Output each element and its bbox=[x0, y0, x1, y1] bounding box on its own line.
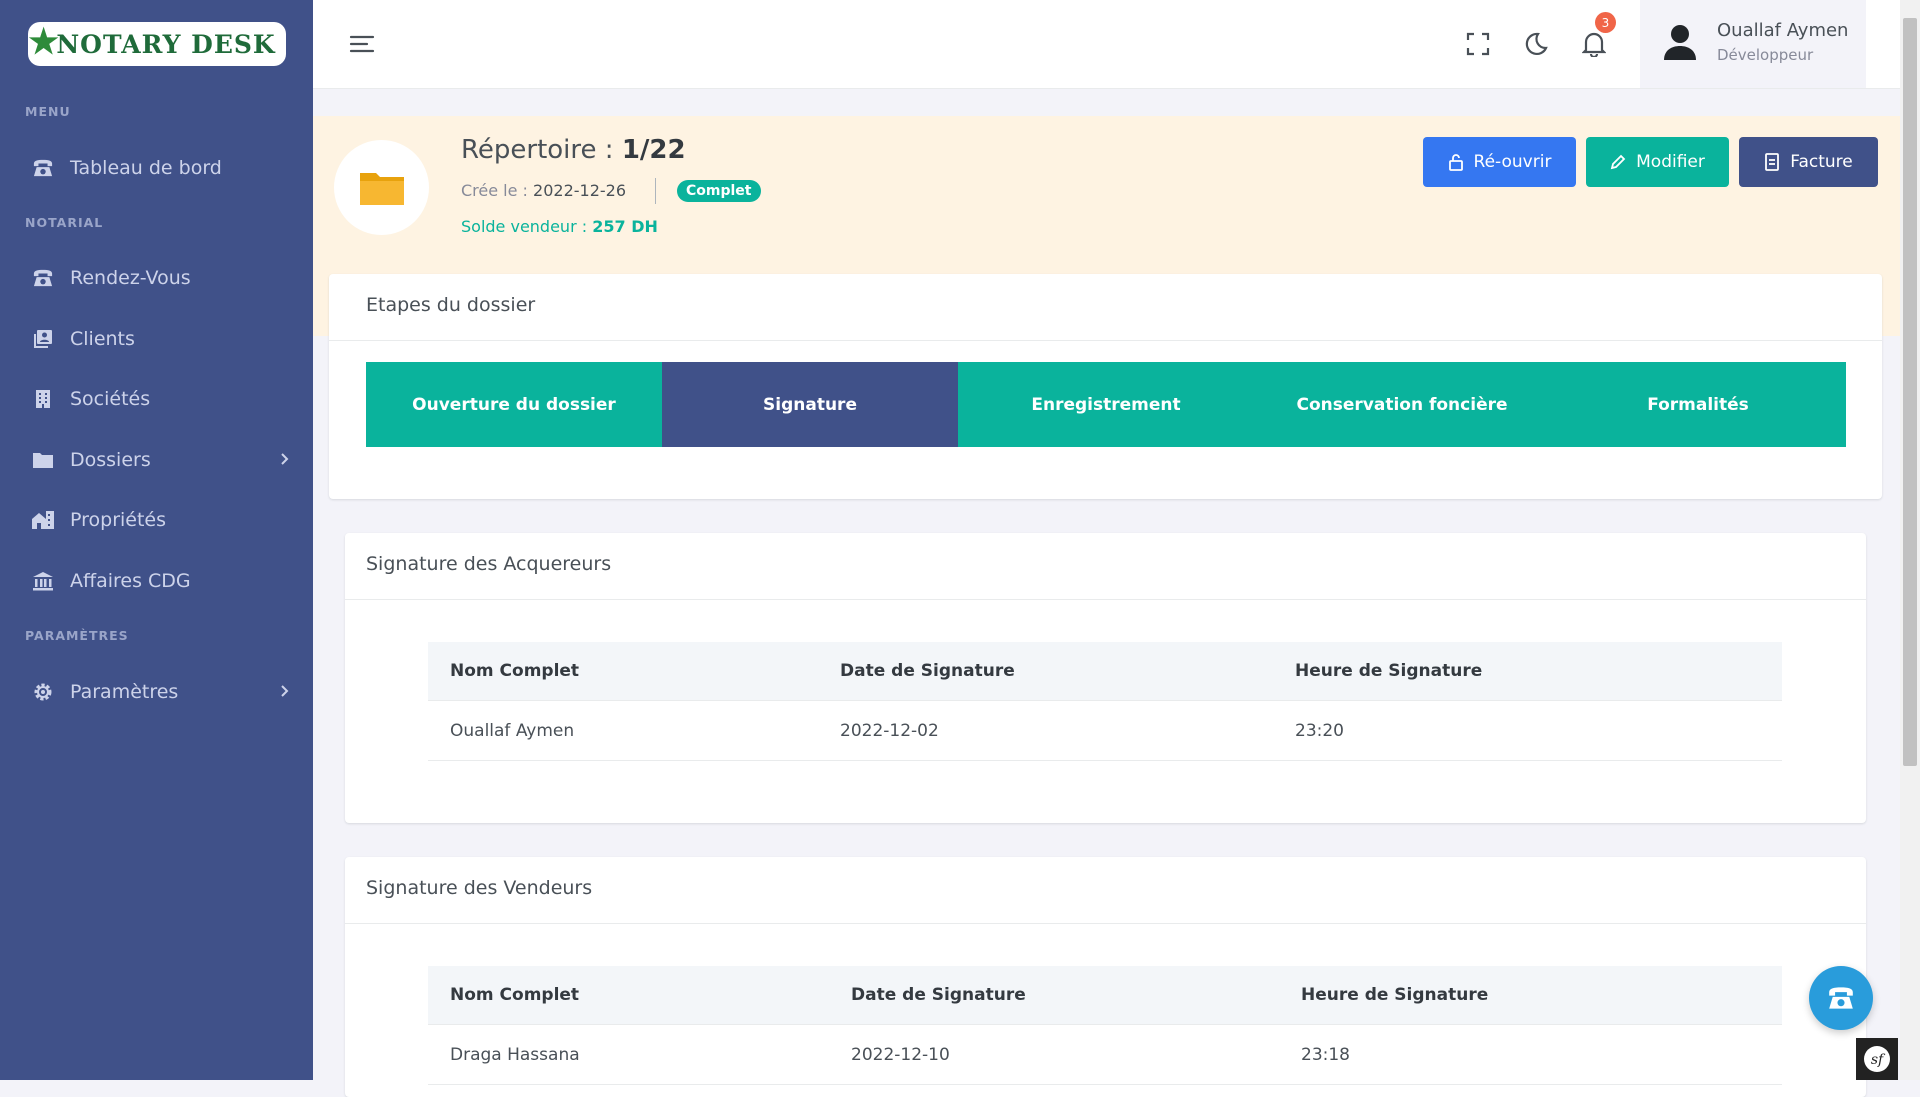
step-ouverture[interactable]: Ouverture du dossier bbox=[366, 362, 662, 447]
solde-vendeur: Solde vendeur : 257 DH bbox=[461, 217, 658, 236]
user-menu[interactable]: Ouallaf Aymen Développeur bbox=[1640, 0, 1866, 88]
sidebar-item-label: Propriétés bbox=[70, 509, 167, 531]
scrollbar[interactable] bbox=[1900, 0, 1920, 1080]
column-header: Date de Signature bbox=[840, 661, 1015, 681]
logo[interactable]: ★ NOTARY DESK bbox=[28, 22, 286, 66]
status-badge: Complet bbox=[677, 180, 761, 202]
reopen-button[interactable]: Ré-ouvrir bbox=[1423, 137, 1576, 187]
contacts-icon bbox=[30, 326, 56, 352]
acquereurs-table: Nom Complet Date de Signature Heure de S… bbox=[428, 642, 1782, 761]
column-header: Heure de Signature bbox=[1295, 661, 1483, 681]
hamburger-menu-icon[interactable] bbox=[349, 34, 375, 58]
logo-text: ★ NOTARY DESK bbox=[28, 21, 276, 62]
building-icon bbox=[30, 386, 56, 412]
star-icon: ★ bbox=[28, 21, 60, 62]
sidebar-item-label: Tableau de bord bbox=[70, 157, 222, 179]
cell-date: 2022-12-02 bbox=[840, 720, 939, 741]
phone-icon bbox=[30, 155, 56, 181]
property-icon bbox=[30, 507, 56, 533]
phone-icon bbox=[1829, 987, 1853, 1009]
sidebar-item-affaires-cdg[interactable]: Affaires CDG bbox=[30, 561, 290, 601]
card-divider bbox=[329, 340, 1882, 341]
unlock-icon bbox=[1448, 154, 1463, 171]
user-role: Développeur bbox=[1717, 46, 1814, 64]
table-header: Nom Complet Date de Signature Heure de S… bbox=[428, 642, 1782, 701]
folder-avatar bbox=[334, 140, 429, 235]
table-header: Nom Complet Date de Signature Heure de S… bbox=[428, 966, 1782, 1025]
cell-date: 2022-12-10 bbox=[851, 1044, 950, 1065]
table-row: Draga Hassana 2022-12-10 23:18 bbox=[428, 1025, 1782, 1085]
vendeurs-title: Signature des Vendeurs bbox=[366, 877, 593, 899]
scrollbar-thumb[interactable] bbox=[1903, 18, 1917, 766]
sidebar-item-dossiers[interactable]: Dossiers bbox=[30, 440, 290, 480]
column-header: Nom Complet bbox=[450, 661, 580, 681]
divider bbox=[655, 178, 656, 204]
card-divider bbox=[345, 599, 1866, 600]
invoice-icon bbox=[1765, 153, 1780, 171]
table-row: Ouallaf Aymen 2022-12-02 23:20 bbox=[428, 701, 1782, 761]
card-divider bbox=[345, 923, 1866, 924]
vendeurs-table: Nom Complet Date de Signature Heure de S… bbox=[428, 966, 1782, 1085]
contact-fab-button[interactable] bbox=[1809, 966, 1873, 1030]
gear-icon bbox=[30, 679, 56, 705]
sidebar-item-label: Affaires CDG bbox=[70, 570, 191, 592]
cell-nom: Draga Hassana bbox=[450, 1044, 580, 1065]
sidebar-item-societes[interactable]: Sociétés bbox=[30, 379, 290, 419]
parametres-section-title: PARAMÈTRES bbox=[25, 628, 129, 643]
acquereurs-title: Signature des Acquereurs bbox=[366, 553, 612, 575]
sidebar: ★ NOTARY DESK MENU Tableau de bord NOTARI… bbox=[0, 0, 313, 1080]
user-name: Ouallaf Aymen bbox=[1717, 20, 1849, 41]
symfony-toolbar-icon[interactable]: sf bbox=[1856, 1038, 1898, 1080]
cell-heure: 23:18 bbox=[1301, 1044, 1350, 1065]
dark-mode-moon-icon[interactable] bbox=[1520, 28, 1552, 60]
chevron-right-icon bbox=[280, 449, 290, 471]
sidebar-item-label: Sociétés bbox=[70, 388, 151, 410]
steps-tabs: Ouverture du dossier Signature Enregistr… bbox=[366, 362, 1846, 447]
menu-section-title: MENU bbox=[25, 104, 71, 119]
column-header: Heure de Signature bbox=[1301, 985, 1489, 1005]
step-signature[interactable]: Signature bbox=[662, 362, 958, 447]
sidebar-item-label: Dossiers bbox=[70, 449, 151, 471]
phone-icon bbox=[30, 265, 56, 291]
sidebar-item-parametres[interactable]: Paramètres bbox=[30, 672, 290, 712]
fullscreen-icon[interactable] bbox=[1462, 28, 1494, 60]
bank-icon bbox=[30, 568, 56, 594]
column-header: Nom Complet bbox=[450, 985, 580, 1005]
cell-heure: 23:20 bbox=[1295, 720, 1344, 741]
sidebar-item-tableau-de-bord[interactable]: Tableau de bord bbox=[30, 148, 290, 188]
step-formalites[interactable]: Formalités bbox=[1550, 362, 1846, 447]
steps-card-title: Etapes du dossier bbox=[366, 294, 536, 316]
folder-icon bbox=[359, 172, 404, 205]
notification-count-badge: 3 bbox=[1595, 12, 1616, 33]
step-conservation-fonciere[interactable]: Conservation foncière bbox=[1254, 362, 1550, 447]
column-header: Date de Signature bbox=[851, 985, 1026, 1005]
sidebar-item-rendez-vous[interactable]: Rendez-Vous bbox=[30, 258, 290, 298]
sidebar-item-label: Paramètres bbox=[70, 681, 179, 703]
cell-nom: Ouallaf Aymen bbox=[450, 720, 575, 741]
notarial-section-title: NOTARIAL bbox=[25, 215, 104, 230]
folder-icon bbox=[30, 447, 56, 473]
page-title: Répertoire : 1/22 bbox=[461, 135, 686, 165]
sidebar-item-label: Rendez-Vous bbox=[70, 267, 191, 289]
created-date: Crée le : 2022-12-26 bbox=[461, 181, 627, 200]
pencil-icon bbox=[1610, 154, 1626, 170]
sidebar-item-clients[interactable]: Clients bbox=[30, 319, 290, 359]
edit-button[interactable]: Modifier bbox=[1586, 137, 1729, 187]
chevron-right-icon bbox=[280, 681, 290, 703]
avatar bbox=[1662, 22, 1698, 66]
sidebar-item-proprietes[interactable]: Propriétés bbox=[30, 500, 290, 540]
step-enregistrement[interactable]: Enregistrement bbox=[958, 362, 1254, 447]
sidebar-item-label: Clients bbox=[70, 328, 135, 350]
invoice-button[interactable]: Facture bbox=[1739, 137, 1878, 187]
